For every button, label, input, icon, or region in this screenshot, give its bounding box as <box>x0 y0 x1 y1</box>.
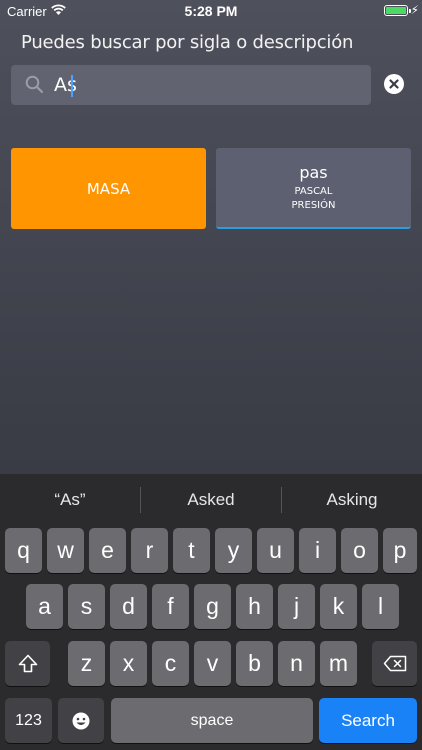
key-q[interactable]: q <box>5 528 42 573</box>
key-g[interactable]: g <box>194 584 231 629</box>
key-k[interactable]: k <box>320 584 357 629</box>
key-v[interactable]: v <box>194 641 231 686</box>
search-input[interactable] <box>54 73 354 97</box>
shift-key[interactable] <box>5 641 50 686</box>
key-r[interactable]: r <box>131 528 168 573</box>
result-card-pas[interactable]: pas PASCAL PRESIÓN <box>216 148 411 229</box>
key-x[interactable]: x <box>110 641 147 686</box>
result-symbol: pas <box>299 162 328 182</box>
battery-icon <box>384 5 408 16</box>
key-b[interactable]: b <box>236 641 273 686</box>
result-symbol: MASA <box>86 179 131 198</box>
key-s[interactable]: s <box>68 584 105 629</box>
key-c[interactable]: c <box>152 641 189 686</box>
key-z[interactable]: z <box>68 641 105 686</box>
key-d[interactable]: d <box>110 584 147 629</box>
result-card-masa[interactable]: MASA <box>11 148 206 229</box>
clear-search-button[interactable] <box>384 74 404 94</box>
key-t[interactable]: t <box>173 528 210 573</box>
key-m[interactable]: m <box>320 641 357 686</box>
shift-icon <box>18 654 37 673</box>
search-prompt: Puedes buscar por sigla o descripción <box>21 32 354 53</box>
key-h[interactable]: h <box>236 584 273 629</box>
backspace-key[interactable] <box>372 641 417 686</box>
key-y[interactable]: y <box>215 528 252 573</box>
clock: 5:28 PM <box>184 3 238 19</box>
key-o[interactable]: o <box>341 528 378 573</box>
text-cursor <box>71 75 73 97</box>
key-e[interactable]: e <box>89 528 126 573</box>
key-p[interactable]: p <box>383 528 417 573</box>
result-magnitude: PRESIÓN <box>291 199 336 211</box>
search-icon <box>25 75 44 94</box>
emoji-key[interactable] <box>58 698 104 743</box>
key-w[interactable]: w <box>47 528 84 573</box>
key-j[interactable]: j <box>278 584 315 629</box>
emoji-icon <box>72 712 90 729</box>
backspace-icon <box>383 655 406 672</box>
close-icon <box>389 79 399 89</box>
key-f[interactable]: f <box>152 584 189 629</box>
suggestion-asked[interactable]: Asked <box>141 474 281 526</box>
keyboard: “As” Asked Asking q w e r t y u i o p a … <box>0 474 422 750</box>
status-bar: Carrier 5:28 PM ⚡ <box>0 0 422 22</box>
key-u[interactable]: u <box>257 528 294 573</box>
key-n[interactable]: n <box>278 641 315 686</box>
suggestion-bar: “As” Asked Asking <box>0 474 422 526</box>
charging-icon: ⚡ <box>410 3 419 17</box>
suggestion-asking[interactable]: Asking <box>282 474 422 526</box>
suggestion-literal[interactable]: “As” <box>0 474 140 526</box>
key-l[interactable]: l <box>362 584 399 629</box>
numbers-key[interactable]: 123 <box>5 698 52 743</box>
key-a[interactable]: a <box>26 584 63 629</box>
space-key[interactable]: space <box>111 698 313 743</box>
key-i[interactable]: i <box>299 528 336 573</box>
result-unit-name: PASCAL <box>294 185 333 197</box>
search-key[interactable]: Search <box>319 698 417 743</box>
search-box[interactable] <box>11 65 371 105</box>
